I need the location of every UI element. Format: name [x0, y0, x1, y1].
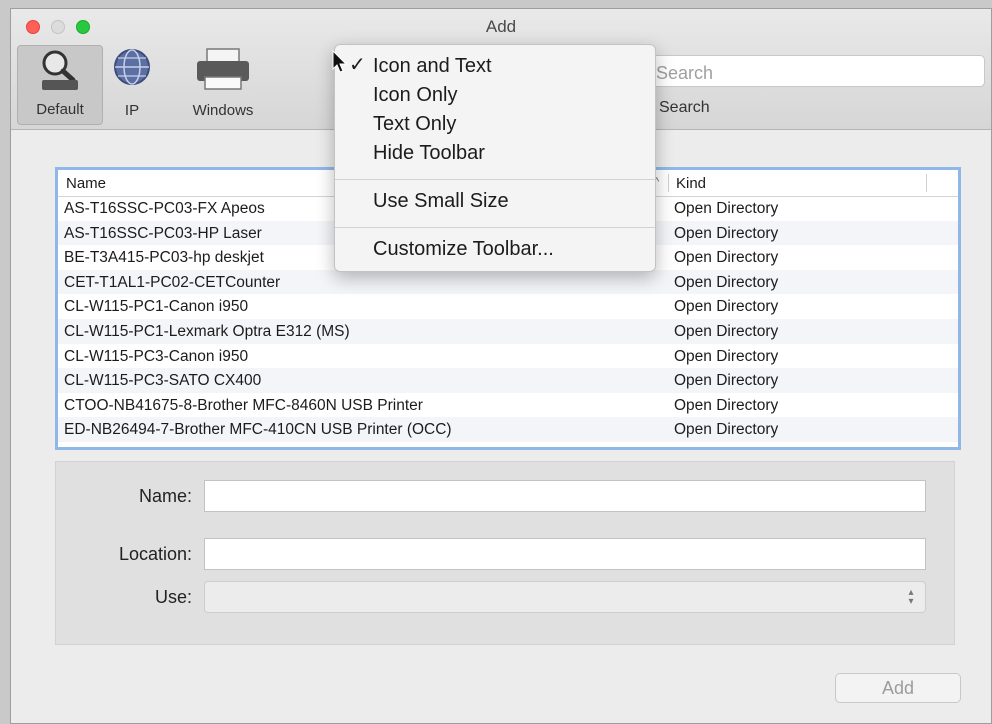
table-row[interactable]: CL-W115-PC3-Canon i950 Open Directory: [58, 344, 958, 369]
printer-kind: Open Directory: [674, 298, 779, 316]
printer-kind: Open Directory: [674, 200, 779, 217]
printer-name: CL-W115-PC3-Canon i950: [64, 347, 249, 365]
table-row[interactable]: CET-T1AL1-PC02-CETCounter Open Directory: [58, 269, 958, 295]
location-field[interactable]: [204, 538, 926, 570]
toolbar-default[interactable]: Default: [17, 45, 103, 125]
printer-name: CTOO-NB41675-8-Brother MFC-8460N USB Pri…: [64, 396, 423, 414]
printer-kind: Open Directory: [674, 249, 779, 267]
printer-name: CET-T1AL1-PC02-CETCounter: [64, 273, 281, 291]
toolbar-windows[interactable]: Windows: [175, 45, 271, 125]
toolbar-windows-label: Windows: [192, 102, 254, 119]
checkmark-icon: ✓: [349, 54, 366, 76]
printer-name: AS-T16SSC-PC03-HP Laser: [64, 224, 262, 242]
toolbar-ip[interactable]: IP: [107, 45, 157, 125]
table-row[interactable]: CL-W115-PC3-SATO CX400 Open Directory: [58, 368, 958, 393]
use-select[interactable]: ▴ ▾: [204, 581, 926, 613]
column-header-name[interactable]: Name: [66, 175, 106, 192]
printer-name: AS-T16SSC-PC03-FX Apeos: [64, 200, 265, 217]
table-row[interactable]: CL-W115-PC1-Canon i950 Open Directory: [58, 294, 958, 319]
add-button[interactable]: Add: [835, 673, 961, 703]
table-row[interactable]: CTOO-NB41675-8-Brother MFC-8460N USB Pri…: [58, 393, 958, 418]
name-field[interactable]: [204, 480, 926, 512]
toolbar-ip-label: IP: [124, 102, 140, 119]
menu-item-icon-only[interactable]: Icon Only: [373, 84, 457, 107]
search-label: Search: [659, 99, 710, 116]
printer-name: CL-W115-PC1-Lexmark Optra E312 (MS): [64, 322, 350, 340]
printer-name: CL-W115-PC3-SATO CX400: [64, 372, 262, 390]
printer-kind: Open Directory: [674, 322, 779, 340]
menu-item-hide-toolbar[interactable]: Hide Toolbar: [373, 142, 485, 165]
magnifier-icon: [38, 48, 82, 98]
menu-separator: [335, 227, 655, 228]
printer-kind: Open Directory: [674, 347, 779, 365]
printer-name: CL-W115-PC1-Canon i950: [64, 298, 249, 316]
menu-item-text-only[interactable]: Text Only: [373, 113, 456, 136]
toolbar-context-menu: ✓ Icon and Text Icon Only Text Only Hide…: [334, 44, 656, 272]
menu-item-customize-toolbar[interactable]: Customize Toolbar...: [373, 238, 554, 261]
menu-item-use-small-size[interactable]: Use Small Size: [373, 190, 509, 213]
table-row[interactable]: CL-W115-PC1-Lexmark Optra E312 (MS) Open …: [58, 318, 958, 344]
printer-kind: Open Directory: [674, 224, 779, 242]
printer-details-form: Name: Location: Use: ▴ ▾: [55, 461, 955, 645]
use-label: Use:: [154, 587, 192, 607]
mouse-pointer-icon: [332, 49, 348, 79]
printer-name: BE-T3A415-PC03-hp deskjet: [64, 249, 264, 267]
column-divider[interactable]: [926, 174, 927, 192]
menu-separator: [335, 179, 655, 180]
name-label: Name:: [138, 486, 192, 506]
printer-kind: Open Directory: [674, 273, 779, 291]
location-label: Location:: [118, 544, 192, 564]
printer-icon: [193, 47, 253, 95]
column-divider[interactable]: [668, 174, 669, 192]
printer-kind: Open Directory: [674, 396, 779, 414]
printer-kind: Open Directory: [674, 372, 779, 390]
window-title: Add: [485, 17, 517, 36]
printer-kind: Open Directory: [674, 421, 779, 439]
column-header-kind[interactable]: Kind: [676, 175, 706, 192]
stepper-arrows-icon: ▴ ▾: [908, 587, 914, 607]
printer-name: ED-NB26494-7-Brother MFC-410CN USB Print…: [64, 421, 452, 439]
menu-item-icon-and-text[interactable]: Icon and Text: [373, 55, 492, 78]
globe-icon: [112, 47, 152, 91]
table-row[interactable]: ED-NB26494-7-Brother MFC-410CN USB Print…: [58, 417, 958, 442]
toolbar-default-label: Default: [36, 101, 84, 118]
